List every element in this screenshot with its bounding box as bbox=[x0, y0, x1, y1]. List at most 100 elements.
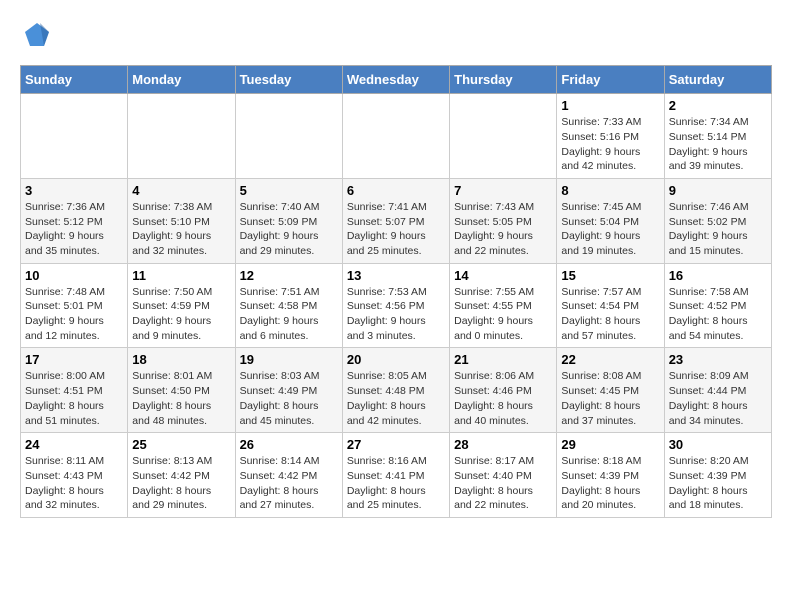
calendar-week-row: 24Sunrise: 8:11 AM Sunset: 4:43 PM Dayli… bbox=[21, 433, 772, 518]
calendar-cell: 10 Sunrise: 7:48 AM Sunset: 5:01 PM Dayli… bbox=[21, 263, 128, 348]
calendar-header-row: SundayMondayTuesdayWednesdayThursdayFrid… bbox=[21, 66, 772, 94]
day-detail: Sunrise: 8:14 AM Sunset: 4:42 PM Dayligh… bbox=[240, 454, 338, 513]
calendar-week-row: 17 Sunrise: 8:00 AM Sunset: 4:51 PM Dayli… bbox=[21, 348, 772, 433]
calendar-cell: 23 Sunrise: 8:09 AM Sunset: 4:44 PM Dayli… bbox=[664, 348, 771, 433]
day-detail: Sunrise: 8:18 AM Sunset: 4:39 PM Dayligh… bbox=[561, 454, 659, 513]
day-number: 25 bbox=[132, 437, 230, 452]
day-number: 10 bbox=[25, 268, 123, 283]
day-number: 26 bbox=[240, 437, 338, 452]
calendar-cell bbox=[342, 94, 449, 179]
calendar-cell: 6 Sunrise: 7:41 AM Sunset: 5:07 PM Daylig… bbox=[342, 178, 449, 263]
calendar-cell: 19 Sunrise: 8:03 AM Sunset: 4:49 PM Dayli… bbox=[235, 348, 342, 433]
day-number: 9 bbox=[669, 183, 767, 198]
day-detail: Sunrise: 7:43 AM Sunset: 5:05 PM Dayligh… bbox=[454, 200, 552, 259]
day-number: 8 bbox=[561, 183, 659, 198]
day-detail: Sunrise: 7:48 AM Sunset: 5:01 PM Dayligh… bbox=[25, 285, 123, 344]
weekday-header-sunday: Sunday bbox=[21, 66, 128, 94]
day-detail: Sunrise: 7:38 AM Sunset: 5:10 PM Dayligh… bbox=[132, 200, 230, 259]
logo-text bbox=[20, 20, 52, 55]
day-detail: Sunrise: 8:00 AM Sunset: 4:51 PM Dayligh… bbox=[25, 369, 123, 428]
calendar-cell: 27 Sunrise: 8:16 AM Sunset: 4:41 PM Dayli… bbox=[342, 433, 449, 518]
day-detail: Sunrise: 7:58 AM Sunset: 4:52 PM Dayligh… bbox=[669, 285, 767, 344]
day-detail: Sunrise: 8:20 AM Sunset: 4:39 PM Dayligh… bbox=[669, 454, 767, 513]
day-detail: Sunrise: 7:40 AM Sunset: 5:09 PM Dayligh… bbox=[240, 200, 338, 259]
day-number: 30 bbox=[669, 437, 767, 452]
calendar-cell: 8 Sunrise: 7:45 AM Sunset: 5:04 PM Daylig… bbox=[557, 178, 664, 263]
day-detail: Sunrise: 7:34 AM Sunset: 5:14 PM Dayligh… bbox=[669, 115, 767, 174]
weekday-header-thursday: Thursday bbox=[450, 66, 557, 94]
calendar-cell: 25 Sunrise: 8:13 AM Sunset: 4:42 PM Dayli… bbox=[128, 433, 235, 518]
calendar-cell: 18 Sunrise: 8:01 AM Sunset: 4:50 PM Dayli… bbox=[128, 348, 235, 433]
day-detail: Sunrise: 8:08 AM Sunset: 4:45 PM Dayligh… bbox=[561, 369, 659, 428]
calendar-cell: 15 Sunrise: 7:57 AM Sunset: 4:54 PM Dayli… bbox=[557, 263, 664, 348]
day-number: 4 bbox=[132, 183, 230, 198]
calendar-cell bbox=[21, 94, 128, 179]
calendar-cell: 17 Sunrise: 8:00 AM Sunset: 4:51 PM Dayli… bbox=[21, 348, 128, 433]
calendar-cell: 3Sunrise: 7:36 AM Sunset: 5:12 PM Daylig… bbox=[21, 178, 128, 263]
day-detail: Sunrise: 7:50 AM Sunset: 4:59 PM Dayligh… bbox=[132, 285, 230, 344]
calendar-cell: 9 Sunrise: 7:46 AM Sunset: 5:02 PM Daylig… bbox=[664, 178, 771, 263]
calendar-cell: 11 Sunrise: 7:50 AM Sunset: 4:59 PM Dayli… bbox=[128, 263, 235, 348]
day-number: 20 bbox=[347, 352, 445, 367]
day-number: 17 bbox=[25, 352, 123, 367]
day-number: 16 bbox=[669, 268, 767, 283]
calendar-cell: 12 Sunrise: 7:51 AM Sunset: 4:58 PM Dayli… bbox=[235, 263, 342, 348]
day-number: 29 bbox=[561, 437, 659, 452]
calendar-cell: 2 Sunrise: 7:34 AM Sunset: 5:14 PM Daylig… bbox=[664, 94, 771, 179]
day-number: 2 bbox=[669, 98, 767, 113]
day-number: 27 bbox=[347, 437, 445, 452]
day-number: 28 bbox=[454, 437, 552, 452]
day-detail: Sunrise: 8:06 AM Sunset: 4:46 PM Dayligh… bbox=[454, 369, 552, 428]
calendar-cell: 1Sunrise: 7:33 AM Sunset: 5:16 PM Daylig… bbox=[557, 94, 664, 179]
day-number: 19 bbox=[240, 352, 338, 367]
calendar-cell bbox=[450, 94, 557, 179]
day-detail: Sunrise: 8:13 AM Sunset: 4:42 PM Dayligh… bbox=[132, 454, 230, 513]
day-detail: Sunrise: 7:51 AM Sunset: 4:58 PM Dayligh… bbox=[240, 285, 338, 344]
day-detail: Sunrise: 7:57 AM Sunset: 4:54 PM Dayligh… bbox=[561, 285, 659, 344]
day-detail: Sunrise: 8:11 AM Sunset: 4:43 PM Dayligh… bbox=[25, 454, 123, 513]
calendar-cell: 5Sunrise: 7:40 AM Sunset: 5:09 PM Daylig… bbox=[235, 178, 342, 263]
day-number: 11 bbox=[132, 268, 230, 283]
weekday-header-wednesday: Wednesday bbox=[342, 66, 449, 94]
page-header bbox=[20, 20, 772, 55]
calendar-cell: 28 Sunrise: 8:17 AM Sunset: 4:40 PM Dayli… bbox=[450, 433, 557, 518]
day-number: 14 bbox=[454, 268, 552, 283]
calendar-cell: 21Sunrise: 8:06 AM Sunset: 4:46 PM Dayli… bbox=[450, 348, 557, 433]
calendar-table: SundayMondayTuesdayWednesdayThursdayFrid… bbox=[20, 65, 772, 518]
weekday-header-tuesday: Tuesday bbox=[235, 66, 342, 94]
logo-icon bbox=[22, 20, 52, 50]
calendar-cell: 26 Sunrise: 8:14 AM Sunset: 4:42 PM Dayli… bbox=[235, 433, 342, 518]
day-number: 22 bbox=[561, 352, 659, 367]
calendar-cell: 13Sunrise: 7:53 AM Sunset: 4:56 PM Dayli… bbox=[342, 263, 449, 348]
day-detail: Sunrise: 8:05 AM Sunset: 4:48 PM Dayligh… bbox=[347, 369, 445, 428]
day-detail: Sunrise: 7:45 AM Sunset: 5:04 PM Dayligh… bbox=[561, 200, 659, 259]
day-detail: Sunrise: 8:01 AM Sunset: 4:50 PM Dayligh… bbox=[132, 369, 230, 428]
day-number: 23 bbox=[669, 352, 767, 367]
day-detail: Sunrise: 8:17 AM Sunset: 4:40 PM Dayligh… bbox=[454, 454, 552, 513]
weekday-header-friday: Friday bbox=[557, 66, 664, 94]
day-number: 13 bbox=[347, 268, 445, 283]
day-number: 6 bbox=[347, 183, 445, 198]
day-number: 12 bbox=[240, 268, 338, 283]
calendar-cell: 14Sunrise: 7:55 AM Sunset: 4:55 PM Dayli… bbox=[450, 263, 557, 348]
calendar-cell: 22 Sunrise: 8:08 AM Sunset: 4:45 PM Dayli… bbox=[557, 348, 664, 433]
calendar-cell: 16 Sunrise: 7:58 AM Sunset: 4:52 PM Dayli… bbox=[664, 263, 771, 348]
calendar-cell bbox=[128, 94, 235, 179]
calendar-cell: 4 Sunrise: 7:38 AM Sunset: 5:10 PM Daylig… bbox=[128, 178, 235, 263]
calendar-cell: 20 Sunrise: 8:05 AM Sunset: 4:48 PM Dayli… bbox=[342, 348, 449, 433]
day-detail: Sunrise: 7:41 AM Sunset: 5:07 PM Dayligh… bbox=[347, 200, 445, 259]
calendar-week-row: 1Sunrise: 7:33 AM Sunset: 5:16 PM Daylig… bbox=[21, 94, 772, 179]
day-detail: Sunrise: 8:16 AM Sunset: 4:41 PM Dayligh… bbox=[347, 454, 445, 513]
day-number: 7 bbox=[454, 183, 552, 198]
day-detail: Sunrise: 7:46 AM Sunset: 5:02 PM Dayligh… bbox=[669, 200, 767, 259]
calendar-week-row: 10 Sunrise: 7:48 AM Sunset: 5:01 PM Dayli… bbox=[21, 263, 772, 348]
weekday-header-monday: Monday bbox=[128, 66, 235, 94]
calendar-cell: 30 Sunrise: 8:20 AM Sunset: 4:39 PM Dayli… bbox=[664, 433, 771, 518]
calendar-week-row: 3Sunrise: 7:36 AM Sunset: 5:12 PM Daylig… bbox=[21, 178, 772, 263]
day-number: 18 bbox=[132, 352, 230, 367]
day-detail: Sunrise: 8:03 AM Sunset: 4:49 PM Dayligh… bbox=[240, 369, 338, 428]
day-detail: Sunrise: 8:09 AM Sunset: 4:44 PM Dayligh… bbox=[669, 369, 767, 428]
calendar-cell bbox=[235, 94, 342, 179]
day-number: 15 bbox=[561, 268, 659, 283]
weekday-header-saturday: Saturday bbox=[664, 66, 771, 94]
